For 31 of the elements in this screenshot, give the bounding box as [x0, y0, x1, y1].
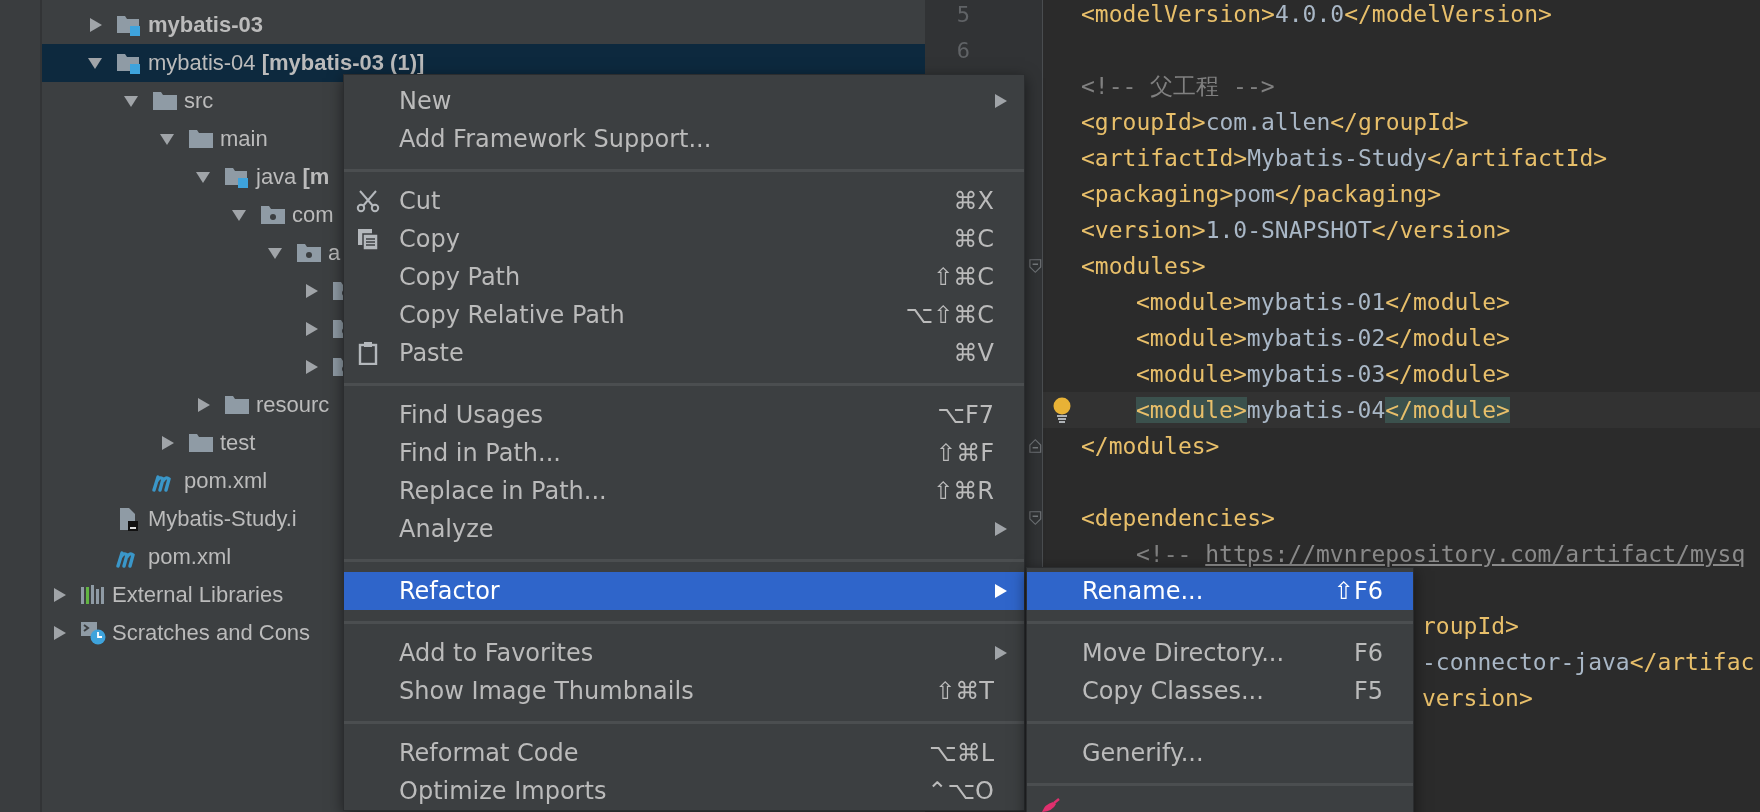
code-line: -connector-java</artifac: [1422, 649, 1755, 675]
code-line: <dependencies>: [1081, 505, 1275, 531]
code-line: <module>mybatis-01</module>: [1136, 289, 1510, 315]
item-label: java [m: [256, 164, 330, 190]
code-line: <!-- 父工程 -->: [1081, 71, 1275, 101]
item-label: main: [220, 126, 268, 152]
code-line: <module>mybatis-04</module>: [1136, 397, 1510, 423]
code-line: <artifactId>Mybatis-Study</artifactId>: [1081, 145, 1608, 171]
code-line: </modules>: [1081, 433, 1220, 459]
item-label: pom.xml: [148, 544, 232, 570]
code-line: <module>mybatis-03</module>: [1136, 361, 1510, 387]
item-label: resourc: [256, 392, 330, 418]
item-label: com: [292, 202, 334, 228]
code-line: <module>mybatis-02</module>: [1136, 325, 1510, 351]
item-label: src: [184, 88, 214, 114]
item-label: Mybatis-Study.i: [148, 506, 297, 532]
item-label: a: [328, 240, 341, 266]
code-line: <!-- https://mvnrepository.com/artifact/mysq: [1136, 541, 1746, 567]
item-label: External Libraries: [112, 582, 284, 608]
item-label: mybatis-03: [148, 12, 263, 38]
item-label: pom.xml: [184, 468, 268, 494]
code-line: <groupId>com.allen</groupId>: [1081, 109, 1469, 135]
code-line: version>: [1422, 685, 1533, 711]
item-label: mybatis-04 [mybatis-03 (1)]: [148, 50, 425, 76]
code-line: <modelVersion>4.0.0</modelVersion>: [1081, 1, 1552, 27]
code-line: roupId>: [1422, 613, 1519, 639]
item-label: test: [220, 430, 256, 456]
code-line: <packaging>pom</packaging>: [1081, 181, 1442, 207]
code-line: <modules>: [1081, 253, 1206, 279]
code-line: <version>1.0-SNAPSHOT</version>: [1081, 217, 1511, 243]
item-label: Scratches and Cons: [112, 620, 311, 646]
